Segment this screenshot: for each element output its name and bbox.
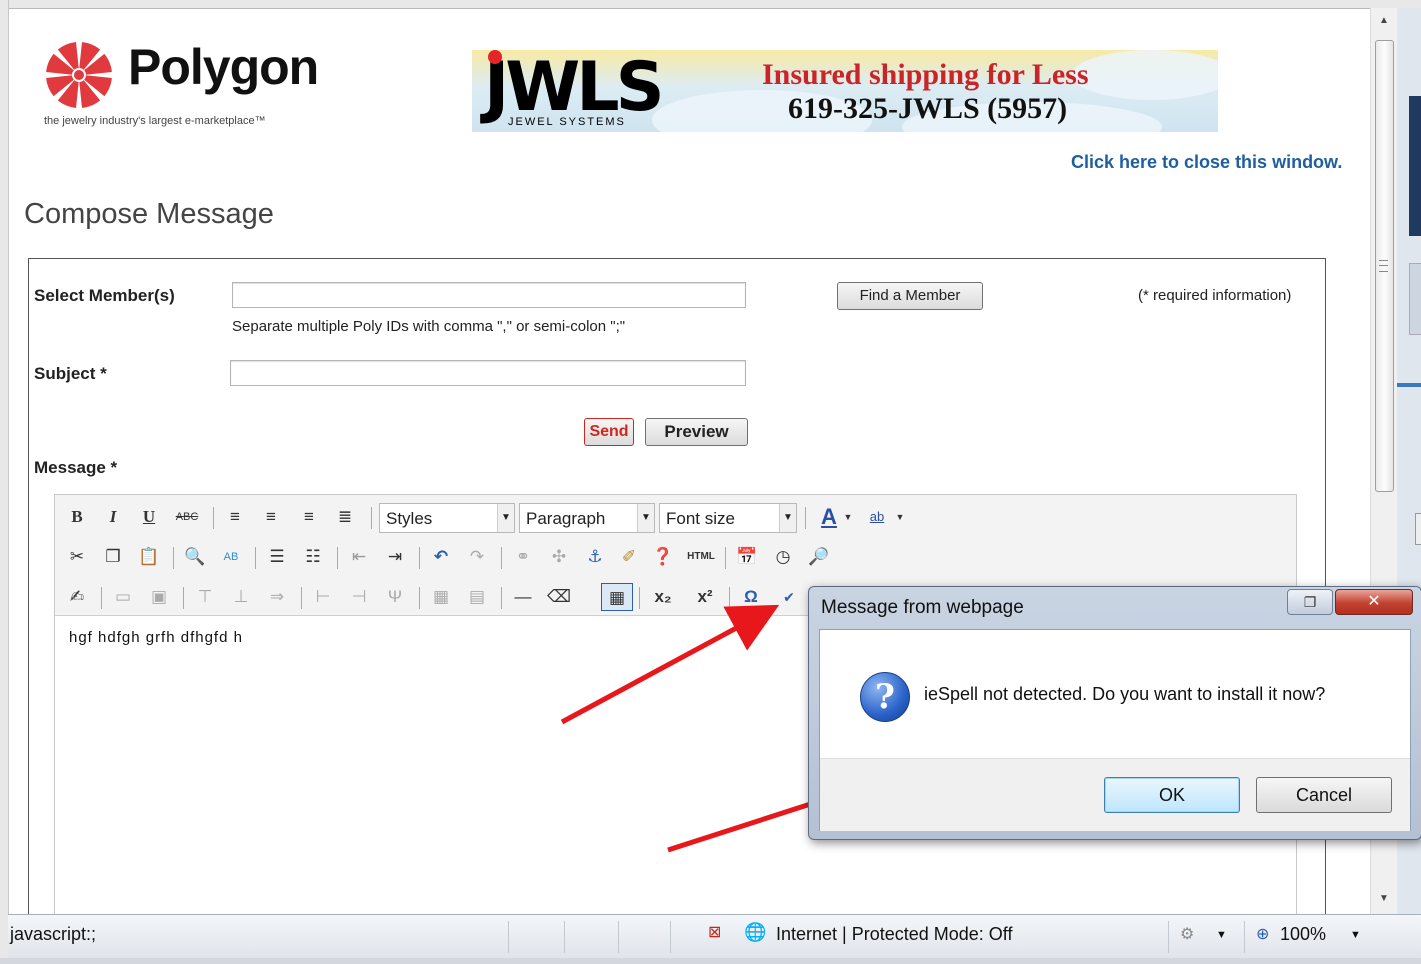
restore-icon[interactable]: ❐ (1287, 589, 1333, 615)
chevron-down-icon[interactable]: ▼ (1216, 929, 1227, 941)
zone-text[interactable]: Internet | Protected Mode: Off (776, 924, 1012, 945)
zoom-level[interactable]: 100% (1280, 924, 1326, 945)
status-bar: javascript:; ⊠ 🌐 Internet | Protected Mo… (8, 914, 1421, 959)
cancel-button[interactable]: Cancel (1256, 777, 1392, 813)
window-bottom-border (0, 958, 1421, 964)
dialog-body: ? ieSpell not detected. Do you want to i… (819, 629, 1411, 831)
dialog-title: Message from webpage (821, 597, 1024, 618)
blocked-content-icon[interactable]: ⊠ (708, 922, 732, 946)
zoom-icon[interactable]: ⊕ (1256, 924, 1269, 944)
chevron-down-icon[interactable]: ▼ (1350, 929, 1361, 941)
security-icon[interactable]: ⚙ (1180, 924, 1194, 944)
message-dialog: Message from webpage ❐ ✕ ? ieSpell not d… (808, 586, 1421, 840)
status-url: javascript:; (10, 924, 97, 944)
ok-button[interactable]: OK (1104, 777, 1240, 813)
dialog-message: ieSpell not detected. Do you want to ins… (924, 684, 1326, 704)
question-icon: ? (860, 672, 910, 722)
dialog-footer: OK Cancel (820, 758, 1410, 831)
globe-icon: 🌐 (744, 922, 767, 942)
arrow-to-spellcheck-icon (560, 604, 780, 725)
close-icon[interactable]: ✕ (1335, 589, 1413, 615)
